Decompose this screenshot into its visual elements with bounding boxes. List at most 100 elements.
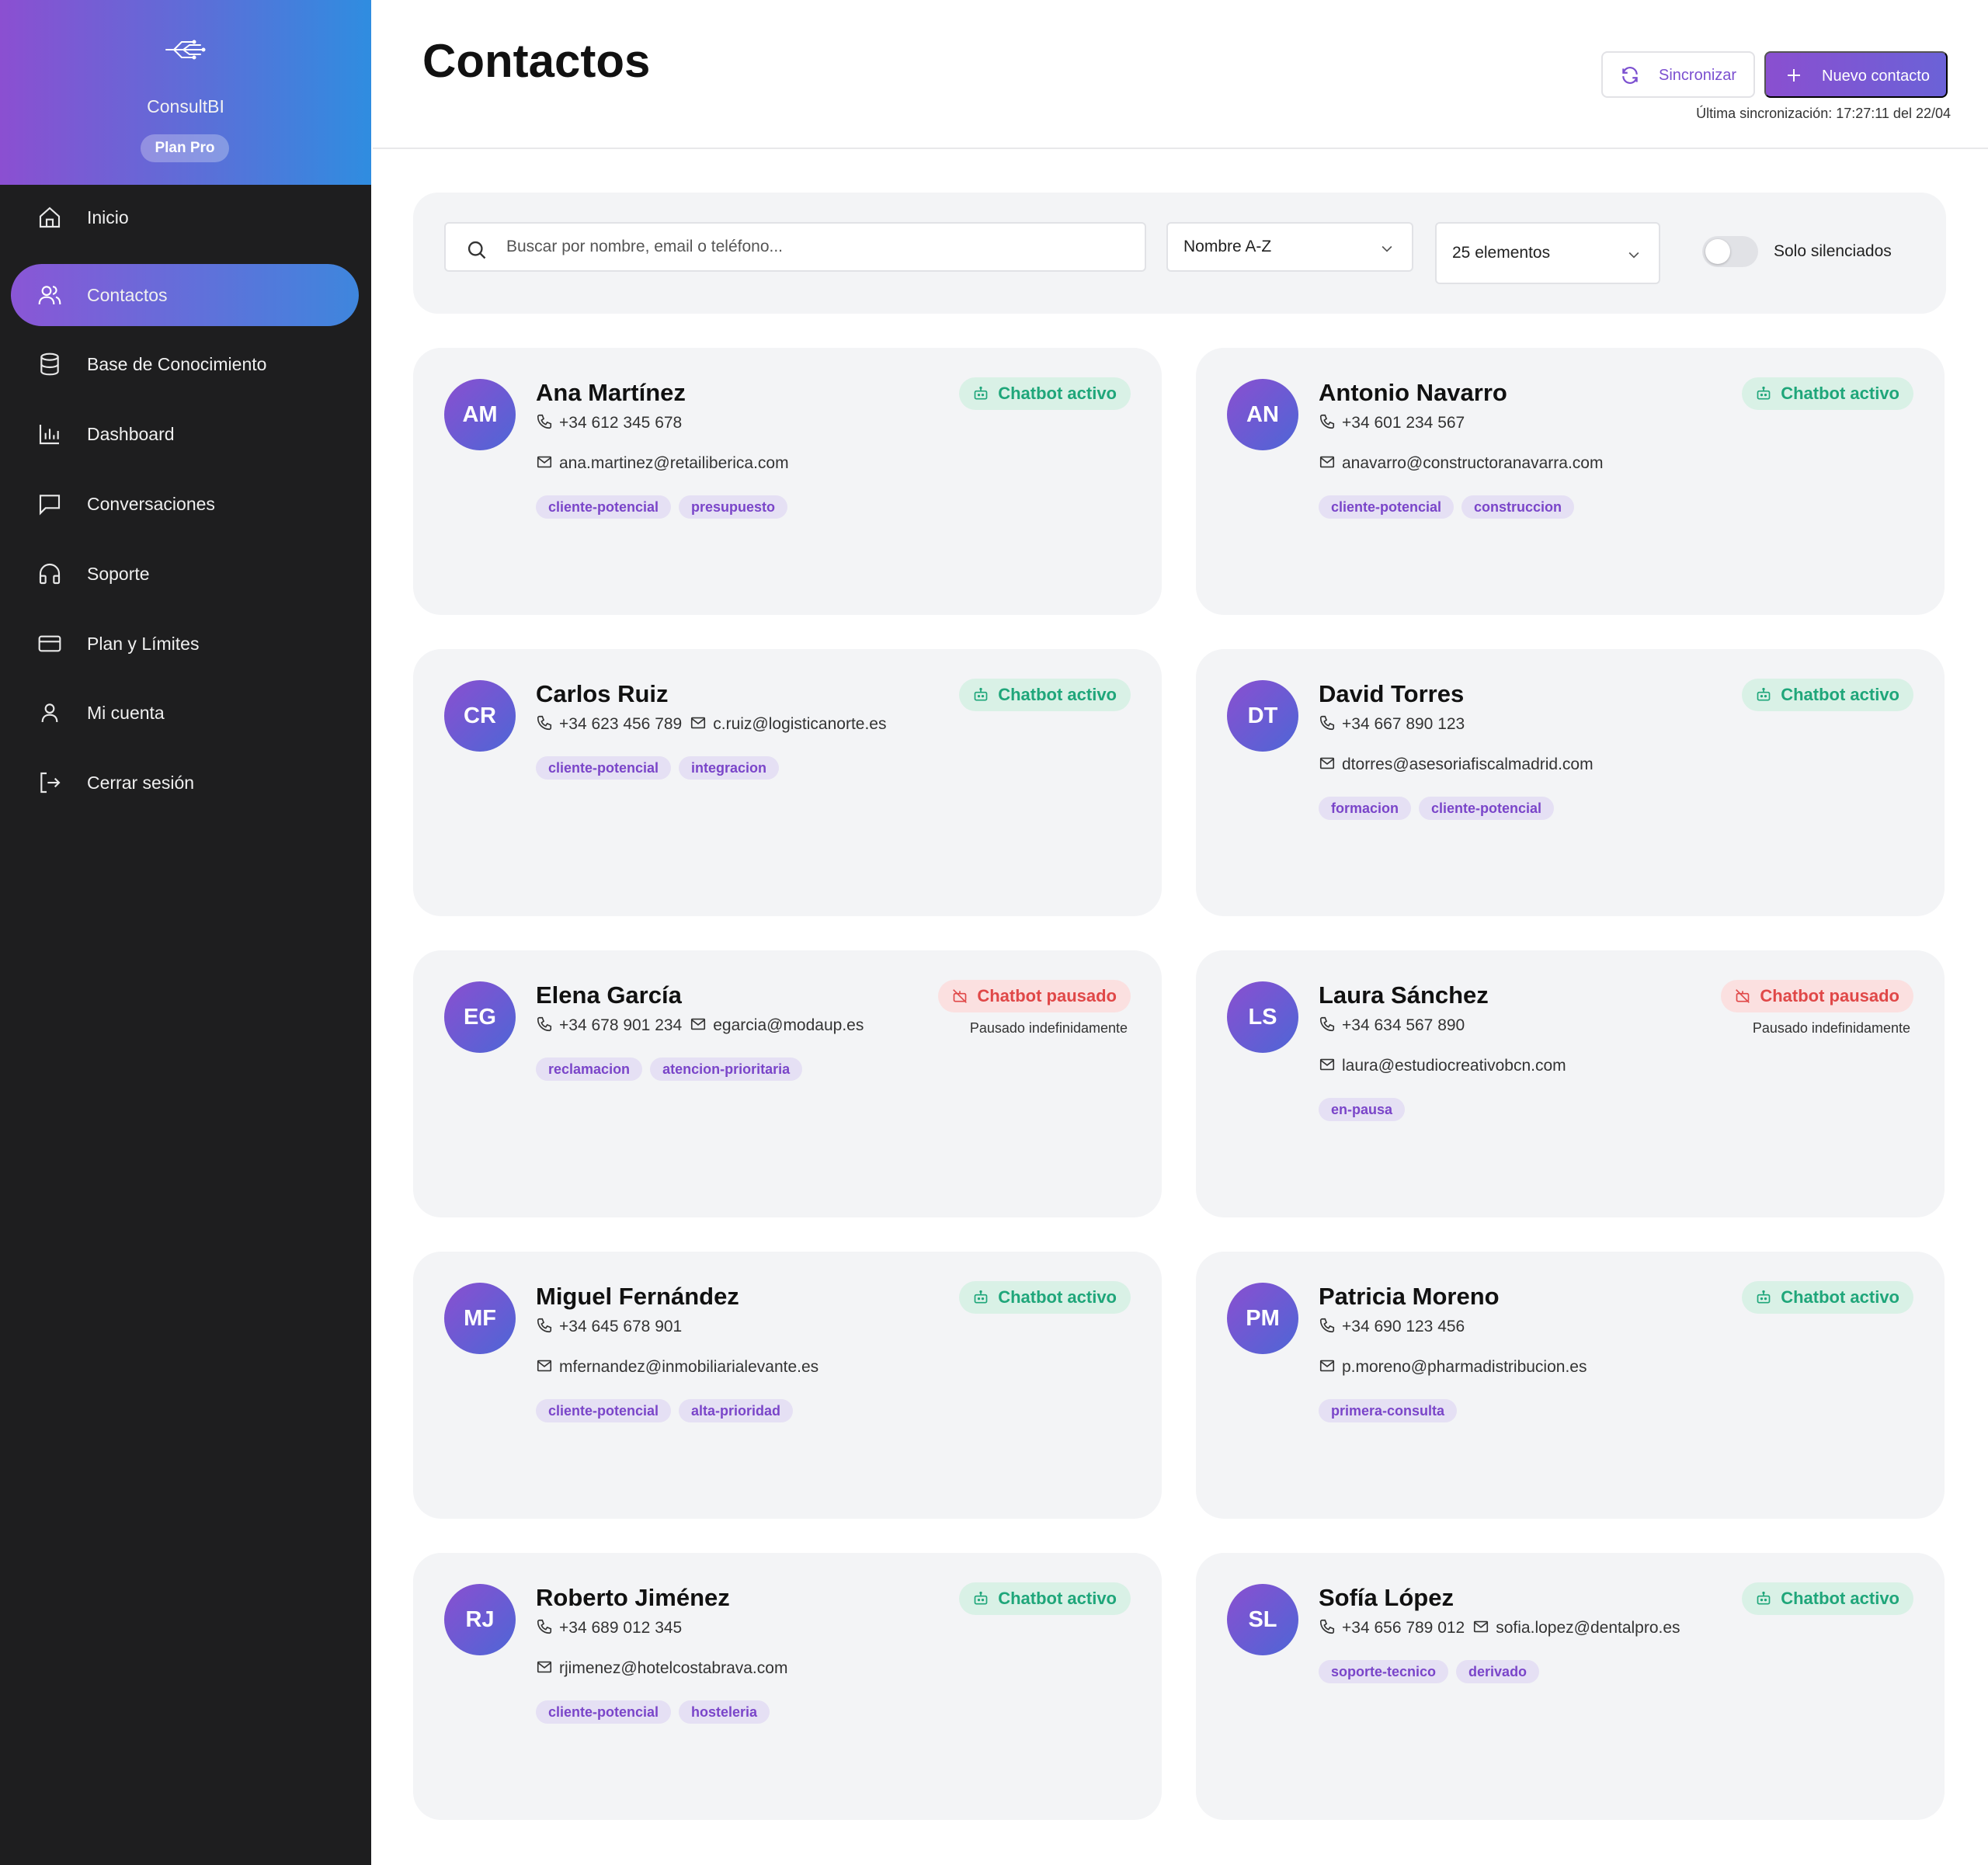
headphones-icon: [39, 563, 61, 585]
status-badge[interactable]: Chatbot activo: [1742, 1582, 1913, 1615]
phone-icon: [537, 415, 552, 429]
status-badge[interactable]: Chatbot activo: [1742, 1281, 1913, 1314]
contact-card[interactable]: AM Ana Martínez Chatbot activo +34 612 3…: [413, 348, 1162, 615]
contact-email[interactable]: laura@estudiocreativobcn.com: [1342, 1057, 1566, 1075]
status-label: Chatbot pausado: [977, 986, 1117, 1005]
mail-icon: [1474, 1621, 1489, 1633]
sidebar-item-label: Base de Conocimiento: [87, 354, 267, 374]
sidebar-item-label: Contactos: [87, 285, 168, 305]
sidebar-item-dashboard[interactable]: Dashboard: [11, 403, 359, 465]
contact-phone[interactable]: +34 678 901 234: [559, 1016, 682, 1034]
contact-email[interactable]: anavarro@constructoranavarra.com: [1342, 454, 1603, 472]
contact-email[interactable]: mfernandez@inmobiliarialevante.es: [559, 1358, 818, 1376]
phone-line: +34 690 123 456: [1319, 1315, 1465, 1339]
page-title: Contactos: [422, 35, 651, 87]
status-badge[interactable]: Chatbot activo: [1742, 679, 1913, 711]
contact-card[interactable]: LS Laura Sánchez Chatbot pausado Pausado…: [1196, 950, 1945, 1217]
status-badge[interactable]: Chatbot activo: [959, 679, 1131, 711]
contact-line: +34 656 789 012 sofia.lopez@dentalpro.es: [1319, 1617, 1680, 1640]
status-badge[interactable]: Chatbot activo: [1742, 377, 1913, 410]
credit-card-icon: [38, 635, 61, 652]
contact-email[interactable]: sofia.lopez@dentalpro.es: [1496, 1619, 1680, 1637]
status-badge[interactable]: Chatbot activo: [959, 1582, 1131, 1615]
sidebar-item-soporte[interactable]: Soporte: [11, 543, 359, 605]
sidebar-item-label: Cerrar sesión: [87, 773, 195, 793]
sync-label: Sincronizar: [1659, 67, 1737, 84]
mail-icon: [537, 1360, 552, 1372]
contact-card[interactable]: CR Carlos Ruiz Chatbot activo +34 623 45…: [413, 649, 1162, 916]
search-input[interactable]: [506, 224, 1128, 270]
contact-email[interactable]: p.moreno@pharmadistribucion.es: [1342, 1358, 1587, 1376]
sidebar-item-base-conocimiento[interactable]: Base de Conocimiento: [11, 333, 359, 395]
sidebar-item-cerrar-sesion[interactable]: Cerrar sesión: [11, 752, 359, 814]
tag: integracion: [679, 756, 780, 780]
contact-card[interactable]: AN Antonio Navarro Chatbot activo +34 60…: [1196, 348, 1945, 615]
contact-card[interactable]: MF Miguel Fernández Chatbot activo +34 6…: [413, 1252, 1162, 1519]
sort-value: Nombre A-Z: [1183, 238, 1272, 255]
sidebar-item-plan-limites[interactable]: Plan y Límites: [11, 613, 359, 675]
muted-toggle[interactable]: [1702, 236, 1758, 267]
status-badge[interactable]: Chatbot pausado: [938, 980, 1131, 1012]
phone-icon: [1319, 415, 1335, 429]
sidebar-item-label: Conversaciones: [87, 494, 215, 514]
sidebar-item-inicio[interactable]: Inicio: [11, 186, 359, 248]
contact-phone[interactable]: +34 645 678 901: [559, 1318, 682, 1335]
status-badge[interactable]: Chatbot pausado: [1721, 980, 1913, 1012]
contact-email[interactable]: dtorres@asesoriafiscalmadrid.com: [1342, 755, 1594, 773]
contact-phone[interactable]: +34 689 012 345: [559, 1619, 682, 1637]
page-size-select[interactable]: 25 elementos: [1435, 222, 1660, 284]
avatar: SL: [1227, 1584, 1298, 1655]
chevron-down-icon: [1628, 252, 1639, 259]
phone-icon: [537, 1017, 552, 1032]
last-sync-text: Última sincronización: 17:27:11 del 22/0…: [1696, 106, 1951, 121]
sync-button[interactable]: Sincronizar: [1601, 51, 1755, 98]
contact-email[interactable]: c.ruiz@logisticanorte.es: [713, 715, 886, 733]
phone-icon: [1319, 1017, 1335, 1032]
contact-phone[interactable]: +34 690 123 456: [1342, 1318, 1465, 1335]
contact-email[interactable]: ana.martinez@retailiberica.com: [559, 454, 789, 472]
contact-card[interactable]: SL Sofía López Chatbot activo +34 656 78…: [1196, 1553, 1945, 1820]
sidebar-item-label: Dashboard: [87, 424, 175, 444]
search-box[interactable]: [444, 222, 1146, 272]
new-contact-button[interactable]: Nuevo contacto: [1764, 51, 1948, 98]
tag-list: cliente-potencial hosteleria: [536, 1700, 777, 1724]
phone-line: +34 612 345 678: [536, 412, 682, 435]
contact-phone[interactable]: +34 623 456 789: [559, 715, 682, 733]
contact-name: Sofía López: [1319, 1584, 1454, 1611]
phone-icon: [1319, 716, 1335, 731]
contact-email[interactable]: egarcia@modaup.es: [713, 1016, 864, 1034]
contact-name: Miguel Fernández: [536, 1283, 739, 1310]
bot-icon: [1757, 687, 1771, 701]
contact-email[interactable]: rjimenez@hotelcostabrava.com: [559, 1659, 787, 1677]
status-label: Chatbot activo: [998, 384, 1117, 403]
status-badge[interactable]: Chatbot activo: [959, 377, 1131, 410]
tag: cliente-potencial: [536, 1399, 672, 1422]
bot-icon: [974, 1290, 988, 1304]
avatar: CR: [444, 680, 516, 752]
contact-card[interactable]: PM Patricia Moreno Chatbot activo +34 69…: [1196, 1252, 1945, 1519]
contact-card[interactable]: RJ Roberto Jiménez Chatbot activo +34 68…: [413, 1553, 1162, 1820]
contact-phone[interactable]: +34 612 345 678: [559, 414, 682, 432]
sidebar-item-contactos[interactable]: Contactos: [11, 264, 359, 326]
sidebar-item-label: Plan y Límites: [87, 634, 200, 654]
bot-off-icon: [1736, 989, 1750, 1003]
sort-select[interactable]: Nombre A-Z: [1166, 222, 1413, 272]
home-icon: [39, 207, 61, 228]
tag: hosteleria: [679, 1700, 770, 1724]
contact-name: Roberto Jiménez: [536, 1584, 730, 1611]
contact-phone[interactable]: +34 634 567 890: [1342, 1016, 1465, 1034]
contact-phone[interactable]: +34 667 890 123: [1342, 715, 1465, 733]
contact-phone[interactable]: +34 601 234 567: [1342, 414, 1465, 432]
sidebar-item-conversaciones[interactable]: Conversaciones: [11, 473, 359, 535]
contact-card[interactable]: EG Elena García Chatbot pausado Pausado …: [413, 950, 1162, 1217]
plan-badge[interactable]: Plan Pro: [141, 134, 229, 162]
contact-card[interactable]: DT David Torres Chatbot activo +34 667 8…: [1196, 649, 1945, 916]
sidebar: ConsultBI Plan Pro Inicio Contactos Base…: [0, 0, 371, 1865]
sidebar-item-mi-cuenta[interactable]: Mi cuenta: [11, 682, 359, 744]
status-badge[interactable]: Chatbot activo: [959, 1281, 1131, 1314]
tag: atencion-prioritaria: [650, 1058, 803, 1081]
bot-icon: [974, 386, 988, 400]
bot-icon: [974, 1591, 988, 1605]
contact-phone[interactable]: +34 656 789 012: [1342, 1619, 1465, 1637]
phone-icon: [1319, 1318, 1335, 1333]
